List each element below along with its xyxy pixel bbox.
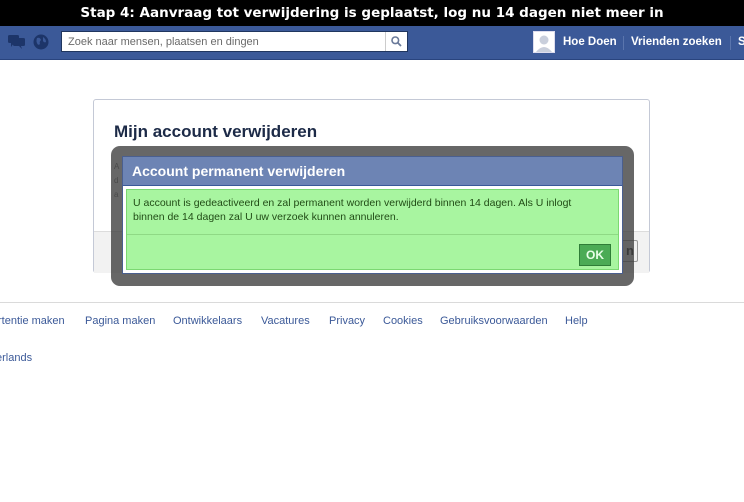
home-link-truncated[interactable]: S	[738, 26, 744, 59]
dialog-message: U account is gedeactiveerd en zal perman…	[133, 197, 572, 223]
footer-divider	[0, 302, 744, 303]
footer-link-create-page[interactable]: Pagina maken	[85, 315, 155, 327]
confirmation-dialog: Account permanent verwijderen U account …	[122, 156, 623, 274]
tutorial-caption: Stap 4: Aanvraag tot verwijdering is gep…	[0, 0, 744, 26]
footer-link-careers[interactable]: Vacatures	[261, 315, 310, 327]
search-input[interactable]	[62, 32, 385, 51]
footer-link-help[interactable]: Help	[565, 315, 588, 327]
footer-link-create-ad[interactable]: rtentie maken	[0, 315, 65, 327]
dialog-header: Account permanent verwijderen	[123, 157, 622, 186]
footer-link-privacy[interactable]: Privacy	[329, 315, 365, 327]
nav-divider	[730, 36, 731, 50]
footer-link-terms[interactable]: Gebruiksvoorwaarden	[440, 315, 548, 327]
dialog-title: Account permanent verwijderen	[132, 163, 346, 179]
search-button[interactable]	[385, 32, 407, 51]
nav-divider	[623, 36, 624, 50]
find-friends-link[interactable]: Vrienden zoeken	[631, 26, 722, 59]
messages-icon[interactable]	[8, 34, 26, 50]
footer-link-developers[interactable]: Ontwikkelaars	[173, 315, 242, 327]
page-title: Mijn account verwijderen	[114, 122, 318, 141]
avatar[interactable]	[533, 31, 555, 53]
profile-link[interactable]: Hoe Doen	[563, 26, 617, 59]
user-silhouette-icon	[534, 32, 554, 52]
footer-language-link[interactable]: erlands	[0, 352, 32, 364]
search-box	[61, 31, 408, 52]
ok-button[interactable]: OK	[579, 244, 611, 266]
top-navigation-bar: Hoe Doen Vrienden zoeken S	[0, 26, 744, 60]
globe-icon[interactable]	[33, 34, 51, 50]
search-icon	[391, 36, 402, 47]
dialog-body: U account is gedeactiveerd en zal perman…	[126, 189, 619, 270]
dialog-divider	[127, 234, 618, 235]
footer-link-cookies[interactable]: Cookies	[383, 315, 423, 327]
